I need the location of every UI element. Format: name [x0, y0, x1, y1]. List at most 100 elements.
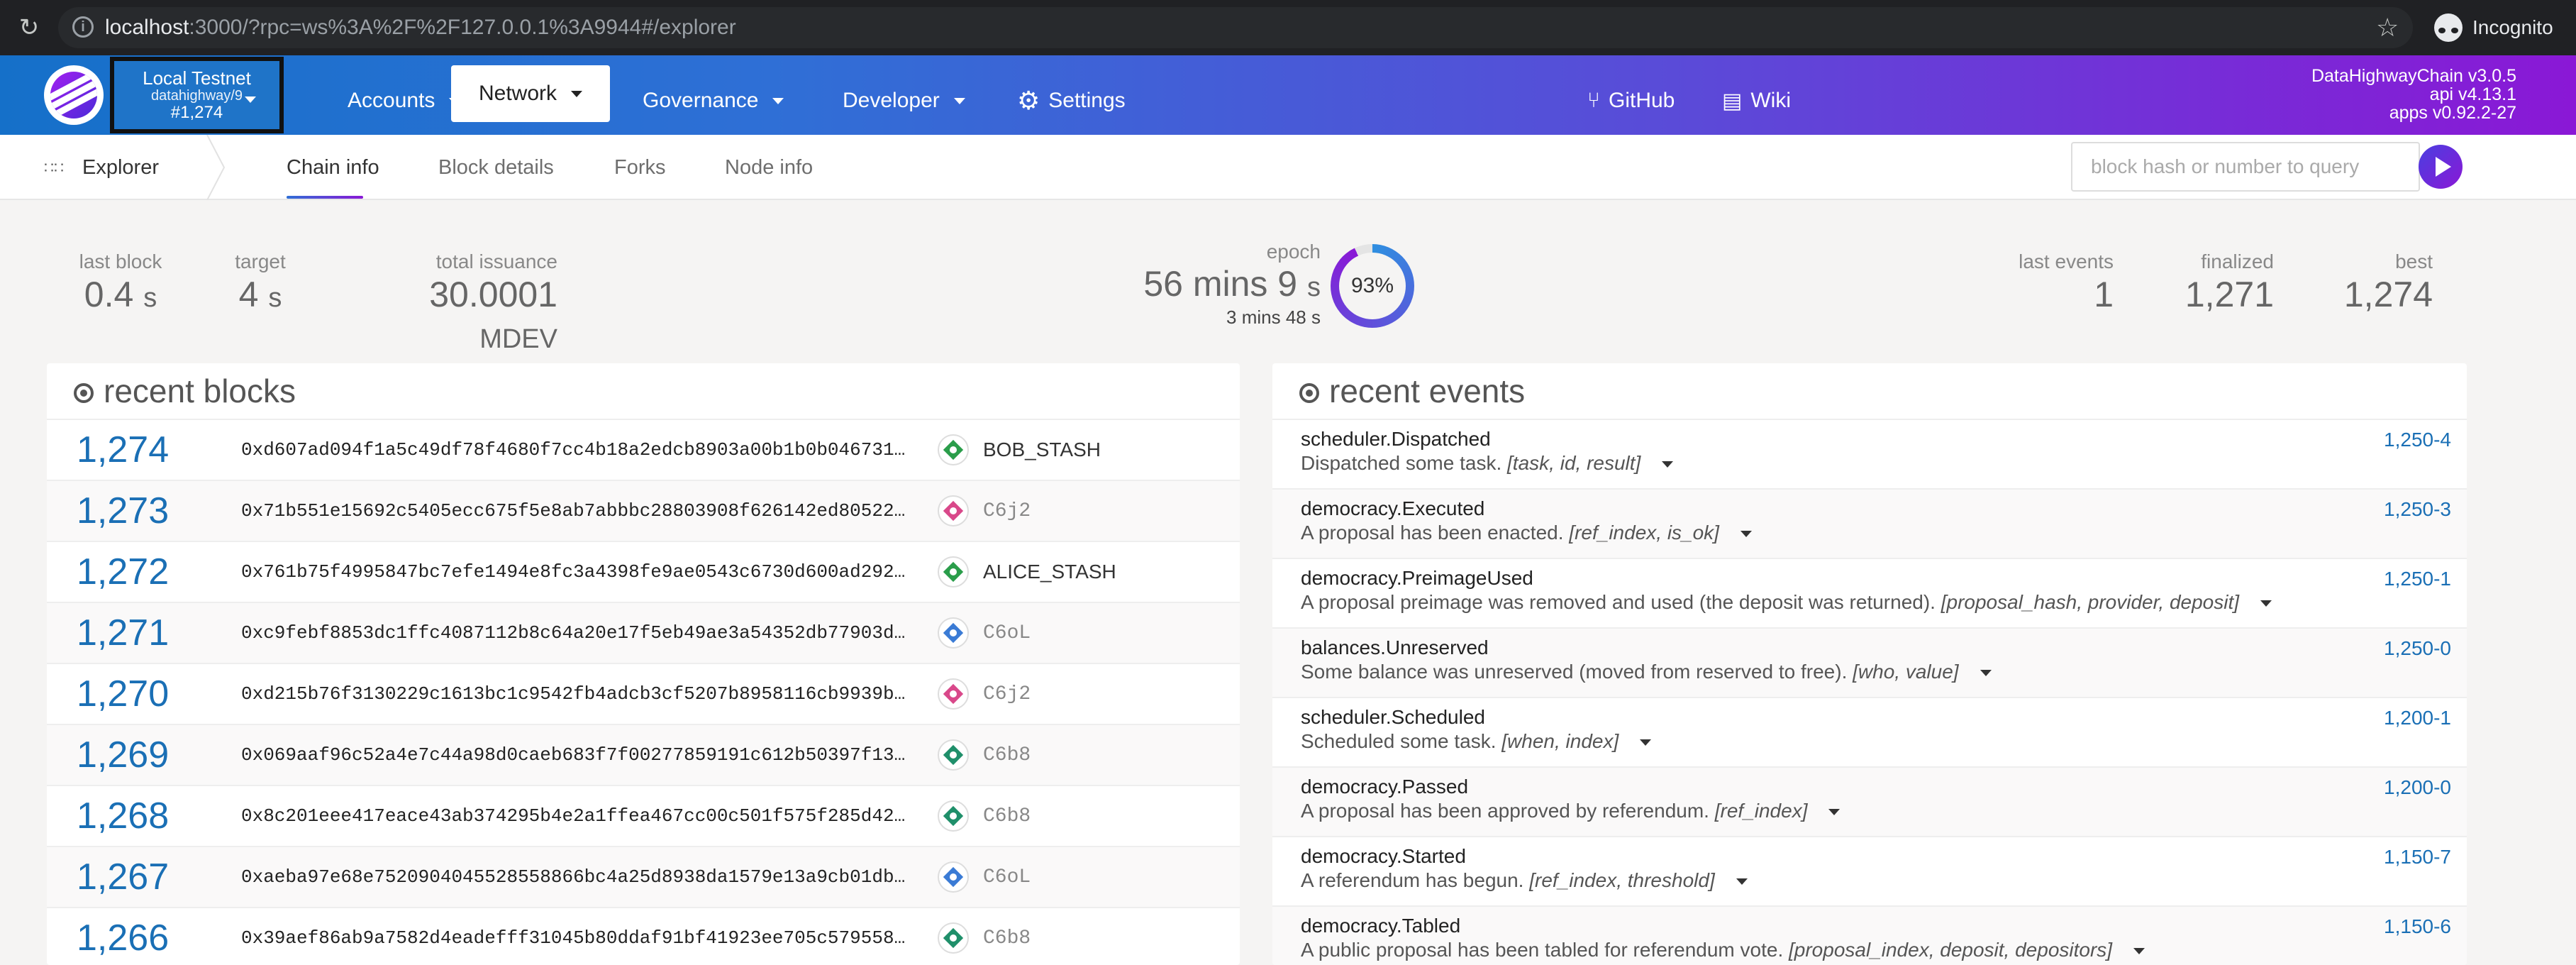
event-args: [when, index] [1501, 730, 1619, 752]
event-id-link[interactable]: 1,150-6 [2384, 915, 2451, 938]
event-args: [ref_index] [1714, 800, 1808, 822]
chevron-down-icon[interactable] [1740, 531, 1752, 538]
tab-forks[interactable]: Forks [614, 153, 666, 182]
table-row: 1,274 0xd607ad094f1a5c49df78f4680f7cc4b18… [47, 420, 1240, 481]
nav-github[interactable]: ⑂ GitHub [1587, 74, 1675, 128]
list-item[interactable]: democracy.Executed A proposal has been en… [1272, 490, 2467, 559]
stat-finalized: finalized 1,271 [2175, 250, 2274, 315]
list-item[interactable]: scheduler.Scheduled Scheduled some task. … [1272, 698, 2467, 768]
nav-developer-label: Developer [843, 89, 940, 112]
incognito-label: Incognito [2472, 16, 2553, 38]
table-row: 1,270 0xd215b76f3130229c1613bc1c9542fb4ad… [47, 664, 1240, 725]
info-icon[interactable]: i [72, 16, 94, 38]
event-id-link[interactable]: 1,250-0 [2384, 637, 2451, 660]
event-args: [proposal_hash, provider, deposit] [1941, 591, 2240, 613]
chevron-down-icon[interactable] [1736, 878, 1748, 886]
identicon-icon[interactable] [938, 800, 969, 832]
block-author: ALICE_STASH [983, 561, 1116, 583]
stat-last-events: last events 1 [2007, 250, 2114, 315]
recent-blocks-list: 1,274 0xd607ad094f1a5c49df78f4680f7cc4b18… [47, 420, 1240, 965]
list-item[interactable]: democracy.Started A referendum has begun.… [1272, 837, 2467, 907]
stat-epoch: epoch 56 mins 9 s 3 mins 48 s [1135, 240, 1321, 327]
event-args: [proposal_index, deposit, depositors] [1789, 939, 2113, 961]
block-search-input[interactable] [2072, 143, 2419, 190]
chain-version: DataHighwayChain v3.0.5 [2311, 66, 2516, 86]
incognito-indicator[interactable]: Incognito [2434, 13, 2553, 43]
nav-settings[interactable]: ⚙ Settings [1017, 74, 1126, 128]
nav-governance[interactable]: Governance [643, 74, 784, 128]
block-number-link[interactable]: 1,272 [47, 551, 241, 593]
url-text[interactable]: localhost:3000/?rpc=ws%3A%2F%2F127.0.0.1… [105, 16, 736, 40]
stat-target: target 4 s [228, 250, 292, 319]
event-id-link[interactable]: 1,250-4 [2384, 429, 2451, 451]
block-number-link[interactable]: 1,266 [47, 917, 241, 959]
list-item[interactable]: balances.Unreserved Some balance was unre… [1272, 629, 2467, 698]
chevron-down-icon[interactable] [1640, 739, 1652, 746]
identicon-icon[interactable] [938, 739, 969, 771]
list-item[interactable]: democracy.Passed A proposal has been appr… [1272, 768, 2467, 837]
list-item[interactable]: scheduler.Dispatched Dispatched some task… [1272, 420, 2467, 490]
reload-icon[interactable]: ↻ [14, 13, 44, 43]
block-hash: 0x8c201eee417eace43ab374295b4e2a1ffea467… [241, 805, 923, 827]
nav-wiki[interactable]: ▤ Wiki [1722, 74, 1791, 128]
stat-value: 1,274 [2343, 275, 2433, 314]
block-number-link[interactable]: 1,273 [47, 490, 241, 532]
tab-block-details[interactable]: Block details [438, 153, 554, 182]
block-author: C6oL [983, 866, 1031, 888]
chevron-down-icon[interactable] [1980, 670, 1992, 677]
identicon-icon[interactable] [938, 678, 969, 710]
chain-selector[interactable]: Local Testnet datahighway/9 #1,274 [110, 57, 284, 133]
block-number-link[interactable]: 1,270 [47, 673, 241, 715]
event-id-link[interactable]: 1,250-3 [2384, 498, 2451, 521]
recent-blocks-panel: recent blocks 1,274 0xd607ad094f1a5c49df7… [47, 363, 1240, 965]
block-number-link[interactable]: 1,267 [47, 856, 241, 898]
list-item[interactable]: democracy.PreimageUsed A proposal preimag… [1272, 559, 2467, 629]
stat-label: best [2395, 250, 2433, 272]
table-row: 1,269 0x069aaf96c52a4e7c44a98d0caeb683f7f… [47, 725, 1240, 786]
identicon-icon[interactable] [938, 556, 969, 588]
block-number-link[interactable]: 1,268 [47, 795, 241, 837]
chain-block-number: #1,274 [170, 103, 223, 122]
address-bar[interactable]: i localhost:3000/?rpc=ws%3A%2F%2F127.0.0… [58, 7, 2413, 48]
chevron-down-icon[interactable] [1662, 461, 1674, 468]
nav-developer[interactable]: Developer [843, 74, 965, 128]
chevron-down-icon[interactable] [2133, 948, 2145, 955]
event-id-link[interactable]: 1,200-0 [2384, 776, 2451, 799]
event-id-link[interactable]: 1,250-1 [2384, 568, 2451, 590]
event-id-link[interactable]: 1,200-1 [2384, 707, 2451, 729]
app-logo[interactable] [44, 65, 104, 125]
block-number-link[interactable]: 1,271 [47, 612, 241, 654]
star-icon[interactable]: ☆ [2376, 13, 2399, 43]
block-number-link[interactable]: 1,269 [47, 734, 241, 776]
identicon-icon[interactable] [938, 617, 969, 649]
browser-toolbar: ↻ i localhost:3000/?rpc=ws%3A%2F%2F127.0… [0, 0, 2576, 55]
event-id-link[interactable]: 1,150-7 [2384, 846, 2451, 868]
search-submit-button[interactable] [2419, 145, 2463, 189]
identicon-icon[interactable] [938, 861, 969, 893]
chevron-down-icon [953, 97, 965, 104]
nav-network[interactable]: Network [451, 65, 610, 122]
tab-node-info[interactable]: Node info [725, 153, 813, 182]
apps-version: apps v0.92.2-27 [2389, 103, 2516, 123]
tab-chain-info[interactable]: Chain info [287, 153, 379, 182]
section-title: Explorer [82, 156, 159, 179]
list-item[interactable]: democracy.Tabled A public proposal has be… [1272, 907, 2467, 965]
block-hash: 0xc9febf8853dc1ffc4087112b8c64a20e17f5eb… [241, 622, 923, 644]
event-name: scheduler.Dispatched [1301, 428, 1491, 450]
chevron-down-icon[interactable] [1828, 809, 1841, 816]
identicon-icon[interactable] [938, 495, 969, 526]
block-author: C6b8 [983, 927, 1031, 949]
stat-label: epoch [1266, 241, 1321, 263]
identicon-icon[interactable] [938, 922, 969, 954]
block-search[interactable] [2071, 142, 2420, 192]
epoch-remaining: 3 mins 48 s [1226, 307, 1321, 328]
nav-accounts[interactable]: Accounts [348, 74, 461, 128]
event-name: scheduler.Scheduled [1301, 706, 1485, 728]
table-row: 1,268 0x8c201eee417eace43ab374295b4e2a1ff… [47, 786, 1240, 847]
active-tab-indicator [287, 196, 363, 199]
identicon-icon[interactable] [938, 434, 969, 465]
chevron-down-icon[interactable] [2260, 600, 2272, 607]
block-number-link[interactable]: 1,274 [47, 429, 241, 471]
stat-value: 30.0001 MDEV [429, 275, 557, 354]
incognito-icon [2434, 13, 2463, 42]
